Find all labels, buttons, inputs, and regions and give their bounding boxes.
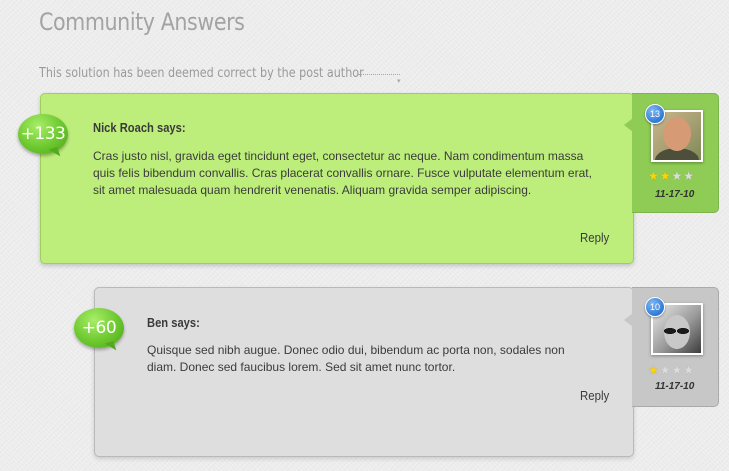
star-empty-icon[interactable]: ★ (683, 363, 695, 377)
reply-link[interactable]: Reply (580, 230, 609, 245)
answer-body: Quisque sed nibh augue. Donec odio dui, … (147, 343, 565, 374)
star-filled-icon[interactable]: ★ (648, 169, 660, 183)
page-title: Community Answers (39, 8, 245, 36)
star-filled-icon[interactable]: ★ (660, 169, 672, 183)
answer-body: Cras justo nisl, gravida eget tincidunt … (93, 149, 592, 197)
star-empty-icon[interactable]: ★ (660, 363, 672, 377)
star-filled-icon[interactable]: ★ (648, 363, 660, 377)
reply-link[interactable]: Reply (580, 388, 609, 403)
rating-stars[interactable]: ★★★★ (648, 364, 695, 376)
answer-author: Ben says: (147, 315, 200, 330)
vote-score-bubble[interactable]: +60 (74, 308, 124, 348)
chevron-down-icon: ▾ (397, 78, 401, 85)
answer-date: 11-17-10 (655, 381, 695, 392)
star-empty-icon[interactable]: ★ (672, 169, 684, 183)
answer-author: Nick Roach says: (93, 120, 186, 135)
notice-dotted-line (358, 74, 400, 75)
post-count-badge: 13 (645, 104, 665, 124)
star-empty-icon[interactable]: ★ (672, 363, 684, 377)
speech-pointer (624, 118, 633, 132)
post-count-badge: 10 (645, 297, 665, 317)
speech-pointer (624, 313, 633, 327)
rating-stars[interactable]: ★★★★ (648, 170, 695, 182)
vote-score-bubble[interactable]: +133 (18, 114, 68, 154)
answer-date: 11-17-10 (655, 189, 695, 200)
star-empty-icon[interactable]: ★ (683, 169, 695, 183)
accepted-solution-notice: This solution has been deemed correct by… (39, 66, 364, 81)
